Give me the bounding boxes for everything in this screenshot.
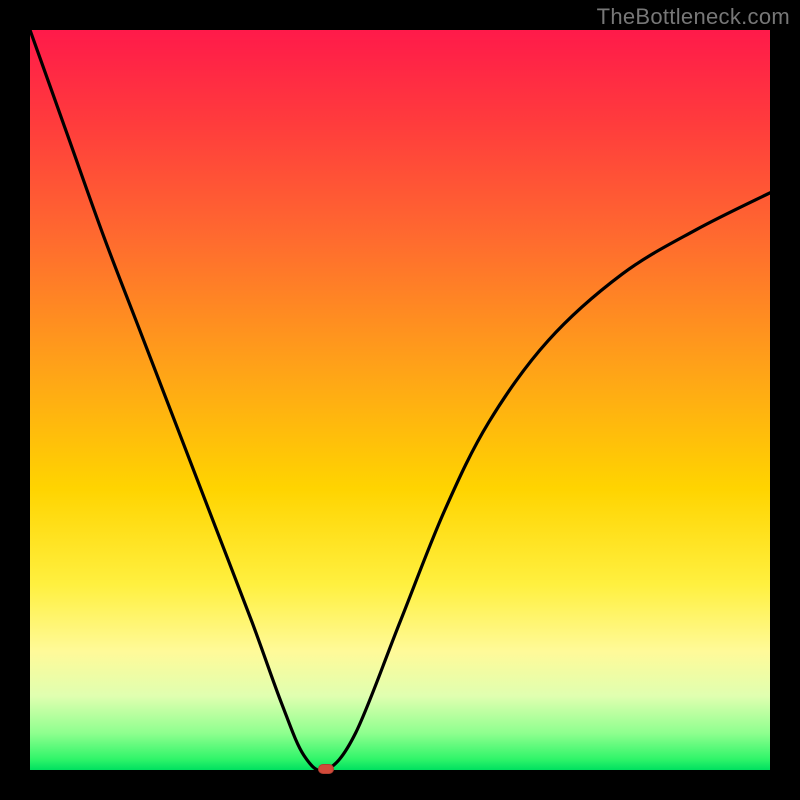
chart-frame: TheBottleneck.com: [0, 0, 800, 800]
bottleneck-curve: [30, 30, 770, 770]
plot-area: [30, 30, 770, 770]
watermark-text: TheBottleneck.com: [597, 4, 790, 30]
minimum-marker: [318, 764, 334, 774]
